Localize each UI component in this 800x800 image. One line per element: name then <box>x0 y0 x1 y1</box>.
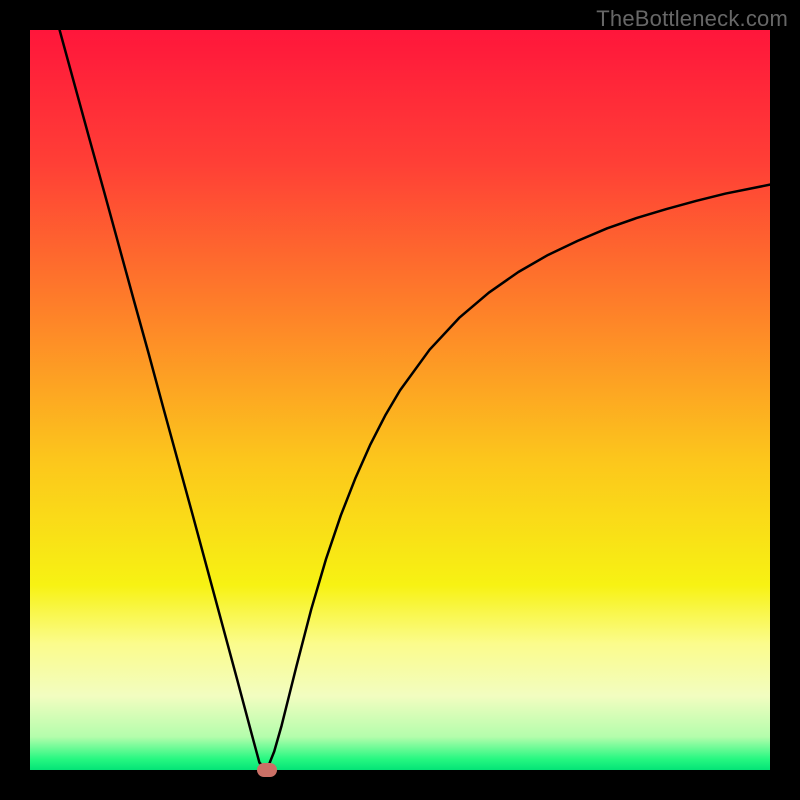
optimal-marker <box>257 763 277 777</box>
chart-frame <box>30 30 770 770</box>
watermark-text: TheBottleneck.com <box>596 6 788 32</box>
plot-area <box>30 30 770 770</box>
gradient-background <box>30 30 770 770</box>
